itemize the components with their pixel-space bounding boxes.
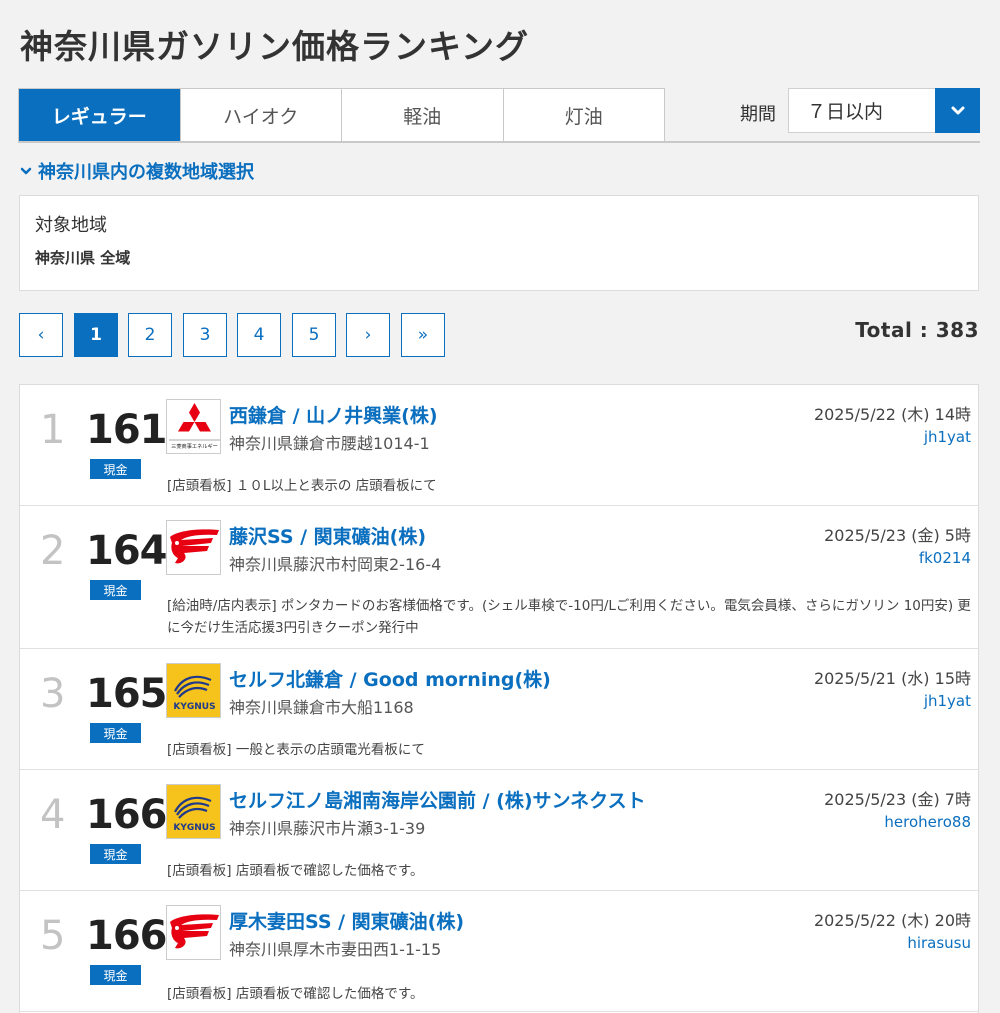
list-item: 3 165 現金 KYGNUS セルフ北鎌倉 / Good morning(株)… bbox=[20, 649, 978, 770]
station-name-link[interactable]: セルフ江ノ島湘南海岸公園前 / (株)サンネクスト bbox=[229, 786, 646, 813]
price-note: [店頭看板] １０L以上と表示の 店頭看板にて bbox=[167, 478, 437, 494]
station-address: 神奈川県厚木市妻田西1-1-15 bbox=[229, 940, 442, 959]
region-value: 神奈川県 全域 bbox=[35, 249, 131, 267]
report-date: 2025/5/23 (金) 7時 bbox=[824, 790, 971, 809]
svg-text:KYGNUS: KYGNUS bbox=[173, 823, 215, 833]
station-name-link[interactable]: 藤沢SS / 関東礦油(株) bbox=[229, 522, 426, 549]
reporter-link[interactable]: hirasusu bbox=[907, 934, 971, 952]
payment-badge: 現金 bbox=[90, 459, 141, 479]
price: 161 bbox=[86, 407, 167, 453]
idemitsu-logo-icon bbox=[166, 905, 221, 960]
page-3-button[interactable]: 3 bbox=[183, 313, 227, 357]
page-5-button[interactable]: 5 bbox=[292, 313, 336, 357]
list-item: 1 161 現金 三菱商事エネルギー 西鎌倉 / 山ノ井興業(株) 神奈川県鎌倉… bbox=[20, 385, 978, 506]
page-title: 神奈川県ガソリン価格ランキング bbox=[20, 27, 530, 66]
last-page-button[interactable]: » bbox=[401, 313, 445, 357]
price-note: [給油時/店内表示] ポンタカードのお客様価格です。(シェル車検で-10円/Lご… bbox=[167, 598, 971, 636]
period-select[interactable]: ７日以内 bbox=[788, 88, 980, 133]
price-note: [店頭看板] 一般と表示の店頭電光看板にて bbox=[167, 742, 425, 758]
period-dropdown-button[interactable] bbox=[935, 88, 980, 133]
rank-number: 4 bbox=[40, 792, 66, 838]
rank-number: 2 bbox=[40, 528, 66, 574]
ranking-list: 1 161 現金 三菱商事エネルギー 西鎌倉 / 山ノ井興業(株) 神奈川県鎌倉… bbox=[19, 384, 979, 1013]
region-box: 対象地域 神奈川県 全域 bbox=[19, 195, 979, 291]
kygnus-logo-icon: KYGNUS bbox=[166, 663, 221, 718]
station-name-link[interactable]: セルフ北鎌倉 / Good morning(株) bbox=[229, 665, 551, 692]
tab-high-octane[interactable]: ハイオク bbox=[181, 89, 342, 141]
reporter-link[interactable]: herohero88 bbox=[884, 813, 971, 831]
report-date: 2025/5/23 (金) 5時 bbox=[824, 526, 971, 545]
period-value: ７日以内 bbox=[807, 101, 884, 123]
chevron-down-icon bbox=[951, 106, 964, 114]
rank-number: 3 bbox=[40, 671, 66, 717]
reporter-link[interactable]: fk0214 bbox=[919, 549, 971, 567]
payment-badge: 現金 bbox=[90, 580, 141, 600]
station-address: 神奈川県鎌倉市大船1168 bbox=[229, 698, 414, 717]
rank-number: 1 bbox=[40, 407, 66, 453]
chevron-down-icon bbox=[20, 167, 32, 175]
region-multi-select-toggle[interactable]: 神奈川県内の複数地域選択 bbox=[20, 158, 254, 184]
price: 164 bbox=[86, 528, 167, 574]
next-page-button[interactable]: › bbox=[346, 313, 390, 357]
report-date: 2025/5/22 (木) 14時 bbox=[813, 405, 971, 424]
page-1-button[interactable]: 1 bbox=[74, 313, 118, 357]
payment-badge: 現金 bbox=[90, 723, 141, 743]
price: 165 bbox=[86, 671, 167, 717]
region-toggle-label: 神奈川県内の複数地域選択 bbox=[38, 162, 254, 183]
price: 166 bbox=[86, 913, 167, 959]
reporter-link[interactable]: jh1yat bbox=[924, 428, 971, 446]
tab-regular[interactable]: レギュラー bbox=[19, 89, 181, 141]
rank-number: 5 bbox=[40, 913, 66, 959]
report-date: 2025/5/22 (木) 20時 bbox=[813, 911, 971, 930]
fuel-tabs: レギュラー ハイオク 軽油 灯油 bbox=[18, 88, 665, 142]
total-count: Total : 383 bbox=[855, 318, 979, 342]
station-address: 神奈川県藤沢市片瀬3-1-39 bbox=[229, 819, 426, 838]
list-item: 2 164 現金 藤沢SS / 関東礦油(株) 神奈川県藤沢市村岡東2-16-4… bbox=[20, 506, 978, 649]
page-2-button[interactable]: 2 bbox=[128, 313, 172, 357]
prev-page-button[interactable]: ‹ bbox=[19, 313, 63, 357]
period-label: 期間 bbox=[740, 104, 776, 125]
tab-kerosene[interactable]: 灯油 bbox=[504, 89, 665, 141]
price: 166 bbox=[86, 792, 167, 838]
tabs-divider bbox=[18, 141, 980, 143]
station-name-link[interactable]: 西鎌倉 / 山ノ井興業(株) bbox=[229, 401, 438, 428]
page-4-button[interactable]: 4 bbox=[237, 313, 281, 357]
station-address: 神奈川県藤沢市村岡東2-16-4 bbox=[229, 555, 442, 574]
region-label: 対象地域 bbox=[35, 215, 107, 236]
idemitsu-logo-icon bbox=[166, 520, 221, 575]
price-note: [店頭看板] 店頭看板で確認した価格です。 bbox=[167, 986, 424, 1002]
report-date: 2025/5/21 (水) 15時 bbox=[813, 669, 971, 688]
station-name-link[interactable]: 厚木妻田SS / 関東礦油(株) bbox=[229, 907, 464, 934]
list-item: 4 166 現金 KYGNUS セルフ江ノ島湘南海岸公園前 / (株)サンネクス… bbox=[20, 770, 978, 891]
list-item: 5 166 現金 厚木妻田SS / 関東礦油(株) 神奈川県厚木市妻田西1-1-… bbox=[20, 891, 978, 1012]
tab-diesel[interactable]: 軽油 bbox=[342, 89, 504, 141]
payment-badge: 現金 bbox=[90, 965, 141, 985]
price-note: [店頭看板] 店頭看板で確認した価格です。 bbox=[167, 863, 424, 879]
svg-text:三菱商事エネルギー: 三菱商事エネルギー bbox=[171, 442, 218, 450]
kygnus-logo-icon: KYGNUS bbox=[166, 784, 221, 839]
svg-text:KYGNUS: KYGNUS bbox=[173, 702, 215, 712]
station-address: 神奈川県鎌倉市腰越1014-1 bbox=[229, 434, 430, 453]
mitsubishi-logo-icon: 三菱商事エネルギー bbox=[166, 399, 221, 454]
payment-badge: 現金 bbox=[90, 844, 141, 864]
reporter-link[interactable]: jh1yat bbox=[924, 692, 971, 710]
